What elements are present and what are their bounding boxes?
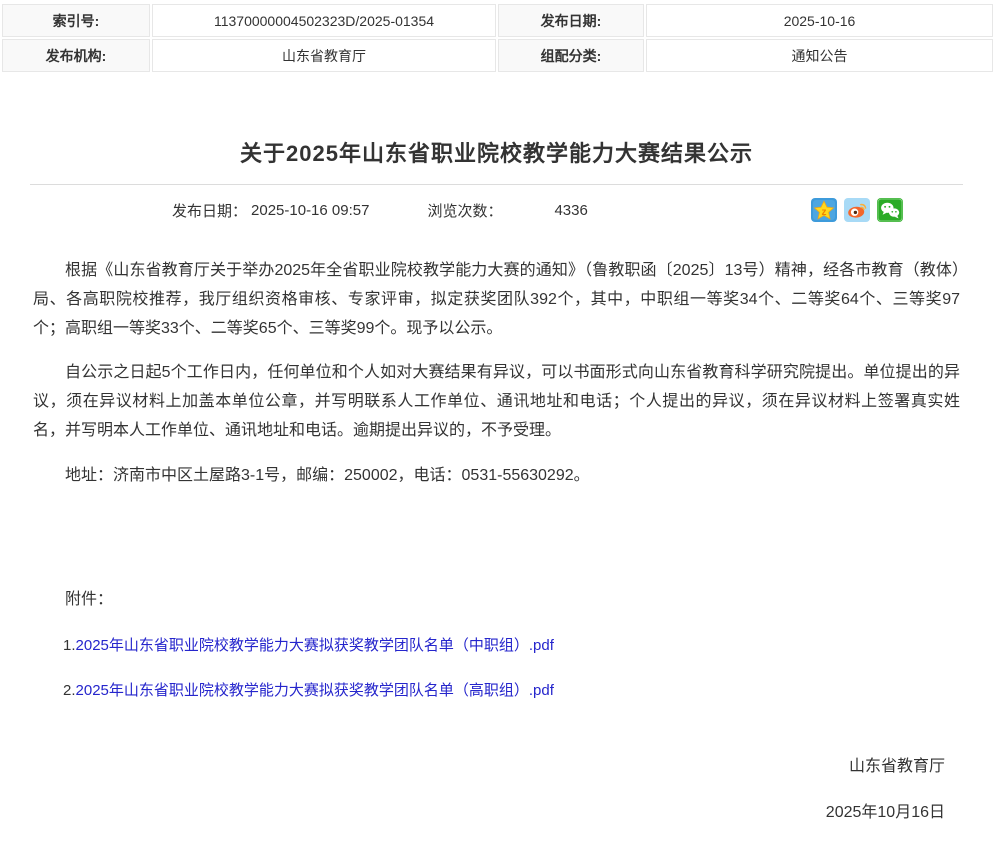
attachment-number: 1. bbox=[63, 637, 76, 654]
meta-publish-date-value: 2025-10-16 09:57 bbox=[251, 202, 369, 219]
publish-org-value: 山东省教育厅 bbox=[152, 39, 496, 72]
attachment-number: 2. bbox=[63, 682, 76, 699]
category-value: 通知公告 bbox=[646, 39, 993, 72]
signature-date: 2025年10月16日 bbox=[0, 803, 945, 823]
meta-views-label: 浏览次数： bbox=[427, 200, 502, 221]
svg-text:z: z bbox=[822, 207, 827, 218]
index-number-label: 索引号: bbox=[2, 4, 150, 37]
article-body: 根据《山东省教育厅关于举办2025年全省职业院校教学能力大赛的通知》（鲁教职函〔… bbox=[33, 256, 960, 490]
signature-block: 山东省教育厅 2025年10月16日 bbox=[0, 757, 993, 823]
publish-date-label: 发布日期: bbox=[498, 4, 644, 37]
article-meta-row: 发布日期： 2025-10-16 09:57 浏览次数： 4336 z bbox=[0, 185, 993, 222]
meta-views-value: 4336 bbox=[554, 202, 587, 219]
publish-org-label: 发布机构: bbox=[2, 39, 150, 72]
meta-publish-date-label: 发布日期： bbox=[172, 200, 247, 221]
index-number-value: 11370000004502323D/2025-01354 bbox=[152, 4, 496, 37]
page-title: 关于2025年山东省职业院校教学能力大赛结果公示 bbox=[30, 136, 963, 168]
info-table-row: 索引号: 11370000004502323D/2025-01354 发布日期:… bbox=[2, 4, 993, 37]
paragraph-objection: 自公示之日起5个工作日内，任何单位和个人如对大赛结果有异议，可以书面形式向山东省… bbox=[33, 358, 960, 445]
attachments-heading: 附件： bbox=[33, 590, 960, 610]
paragraph-basis: 根据《山东省教育厅关于举办2025年全省职业院校教学能力大赛的通知》（鲁教职函〔… bbox=[33, 256, 960, 343]
attachment-item: 2.2025年山东省职业院校教学能力大赛拟获奖教学团队名单（高职组）.pdf bbox=[33, 681, 960, 701]
attachment-link-zhongzhi-pdf[interactable]: 2025年山东省职业院校教学能力大赛拟获奖教学团队名单（中职组）.pdf bbox=[76, 637, 554, 654]
attachment-link-gaozhi-pdf[interactable]: 2025年山东省职业院校教学能力大赛拟获奖教学团队名单（高职组）.pdf bbox=[76, 682, 554, 699]
signature-organization: 山东省教育厅 bbox=[0, 757, 945, 777]
wechat-share-icon[interactable] bbox=[877, 198, 903, 222]
publish-date-value: 2025-10-16 bbox=[646, 4, 993, 37]
category-label: 组配分类: bbox=[498, 39, 644, 72]
paragraph-address: 地址：济南市中区土屋路3-1号，邮编：250002，电话：0531-556302… bbox=[33, 461, 960, 490]
document-info-table: 索引号: 11370000004502323D/2025-01354 发布日期:… bbox=[0, 2, 993, 74]
qzone-share-icon[interactable]: z bbox=[811, 198, 837, 222]
share-bar: z bbox=[811, 198, 903, 222]
attachments-section: 附件： 1.2025年山东省职业院校教学能力大赛拟获奖教学团队名单（中职组）.p… bbox=[33, 590, 960, 701]
weibo-share-icon[interactable] bbox=[844, 198, 870, 222]
attachment-item: 1.2025年山东省职业院校教学能力大赛拟获奖教学团队名单（中职组）.pdf bbox=[33, 636, 960, 656]
info-table-row: 发布机构: 山东省教育厅 组配分类: 通知公告 bbox=[2, 39, 993, 72]
